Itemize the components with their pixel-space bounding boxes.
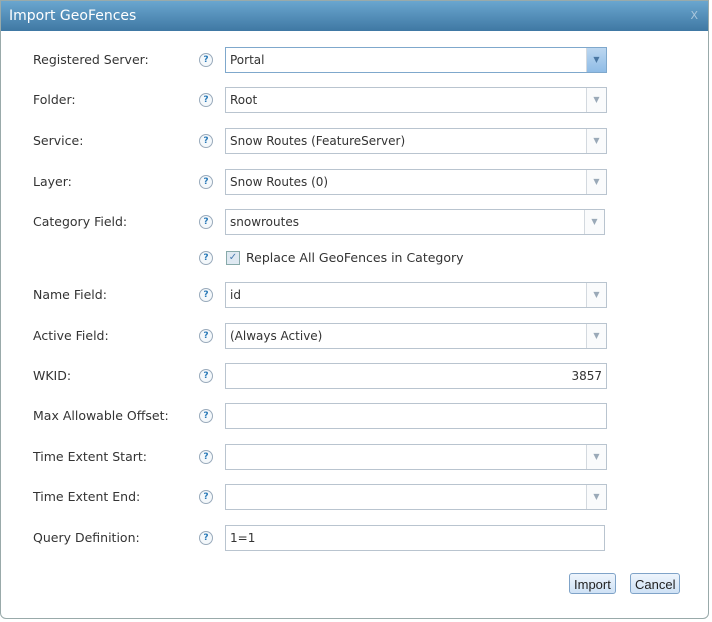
registered-server-value: Portal (230, 53, 265, 67)
chevron-down-icon[interactable]: ▼ (586, 48, 606, 72)
chevron-down-icon[interactable]: ▼ (586, 485, 606, 509)
chevron-down-icon[interactable]: ▼ (586, 283, 606, 307)
category-field-row: Category Field: ? snowroutes ▼ (0, 209, 700, 235)
help-icon[interactable]: ? (199, 175, 213, 189)
folder-select[interactable]: Root ▼ (225, 87, 607, 113)
folder-label: Folder: (33, 92, 76, 107)
layer-select[interactable]: Snow Routes (0) ▼ (225, 169, 607, 195)
wkid-label: WKID: (33, 368, 72, 383)
import-button[interactable]: Import (569, 573, 616, 594)
name-field-select[interactable]: id ▼ (225, 282, 607, 308)
registered-server-select[interactable]: Portal ▼ (225, 47, 607, 73)
service-row: Service: ? Snow Routes (FeatureServer) ▼ (0, 128, 700, 154)
help-icon[interactable]: ? (199, 288, 213, 302)
registered-server-row: Registered Server: ? Portal ▼ (0, 47, 700, 73)
time-extent-start-row: Time Extent Start: ? ▼ (0, 444, 700, 470)
wkid-value: 3857 (571, 369, 602, 383)
time-extent-end-select[interactable]: ▼ (225, 484, 607, 510)
help-icon[interactable]: ? (199, 134, 213, 148)
service-label: Service: (33, 133, 84, 148)
help-icon[interactable]: ? (199, 531, 213, 545)
wkid-input[interactable]: 3857 (225, 363, 607, 389)
name-field-value: id (230, 288, 241, 302)
help-icon[interactable]: ? (199, 329, 213, 343)
query-definition-input[interactable]: 1=1 (225, 525, 605, 551)
category-field-label: Category Field: (33, 214, 128, 229)
active-field-label: Active Field: (33, 328, 109, 343)
service-value: Snow Routes (FeatureServer) (230, 134, 406, 148)
dialog-title-bar[interactable]: Import GeoFences X (1, 1, 708, 31)
replace-checkbox-row: ? ✓ Replace All GeoFences in Category (0, 245, 700, 271)
chevron-down-icon[interactable]: ▼ (586, 445, 606, 469)
dialog-title: Import GeoFences (9, 8, 137, 24)
chevron-down-icon[interactable]: ▼ (586, 324, 606, 348)
registered-server-label: Registered Server: (33, 52, 149, 67)
active-field-select[interactable]: (Always Active) ▼ (225, 323, 607, 349)
close-icon[interactable]: X (690, 1, 698, 31)
folder-value: Root (230, 93, 258, 107)
chevron-down-icon[interactable]: ▼ (586, 129, 606, 153)
layer-label: Layer: (33, 174, 72, 189)
time-extent-start-label: Time Extent Start: (33, 449, 147, 464)
query-definition-value: 1=1 (230, 531, 256, 545)
name-field-label: Name Field: (33, 287, 107, 302)
query-definition-label: Query Definition: (33, 530, 140, 545)
query-definition-row: Query Definition: ? 1=1 (0, 525, 700, 551)
help-icon[interactable]: ? (199, 369, 213, 383)
help-icon[interactable]: ? (199, 251, 213, 265)
help-icon[interactable]: ? (199, 490, 213, 504)
replace-all-label[interactable]: Replace All GeoFences in Category (246, 250, 464, 265)
help-icon[interactable]: ? (199, 93, 213, 107)
active-field-value: (Always Active) (230, 329, 323, 343)
layer-value: Snow Routes (0) (230, 175, 329, 189)
replace-all-checkbox[interactable]: ✓ (226, 251, 240, 265)
max-allowable-offset-row: Max Allowable Offset: ? (0, 403, 700, 429)
help-icon[interactable]: ? (199, 409, 213, 423)
max-allowable-offset-input[interactable] (225, 403, 607, 429)
category-field-value: snowroutes (230, 215, 299, 229)
wkid-row: WKID: ? 3857 (0, 363, 700, 389)
category-field-select[interactable]: snowroutes ▼ (225, 209, 605, 235)
chevron-down-icon[interactable]: ▼ (586, 88, 606, 112)
active-field-row: Active Field: ? (Always Active) ▼ (0, 323, 700, 349)
time-extent-start-select[interactable]: ▼ (225, 444, 607, 470)
chevron-down-icon[interactable]: ▼ (586, 170, 606, 194)
layer-row: Layer: ? Snow Routes (0) ▼ (0, 169, 700, 195)
max-allowable-offset-label: Max Allowable Offset: (33, 408, 169, 423)
help-icon[interactable]: ? (199, 53, 213, 67)
chevron-down-icon[interactable]: ▼ (584, 210, 604, 234)
help-icon[interactable]: ? (199, 450, 213, 464)
cancel-button[interactable]: Cancel (630, 573, 681, 594)
time-extent-end-label: Time Extent End: (33, 489, 141, 504)
name-field-row: Name Field: ? id ▼ (0, 282, 700, 308)
time-extent-end-row: Time Extent End: ? ▼ (0, 484, 700, 510)
folder-row: Folder: ? Root ▼ (0, 87, 700, 113)
service-select[interactable]: Snow Routes (FeatureServer) ▼ (225, 128, 607, 154)
help-icon[interactable]: ? (199, 215, 213, 229)
